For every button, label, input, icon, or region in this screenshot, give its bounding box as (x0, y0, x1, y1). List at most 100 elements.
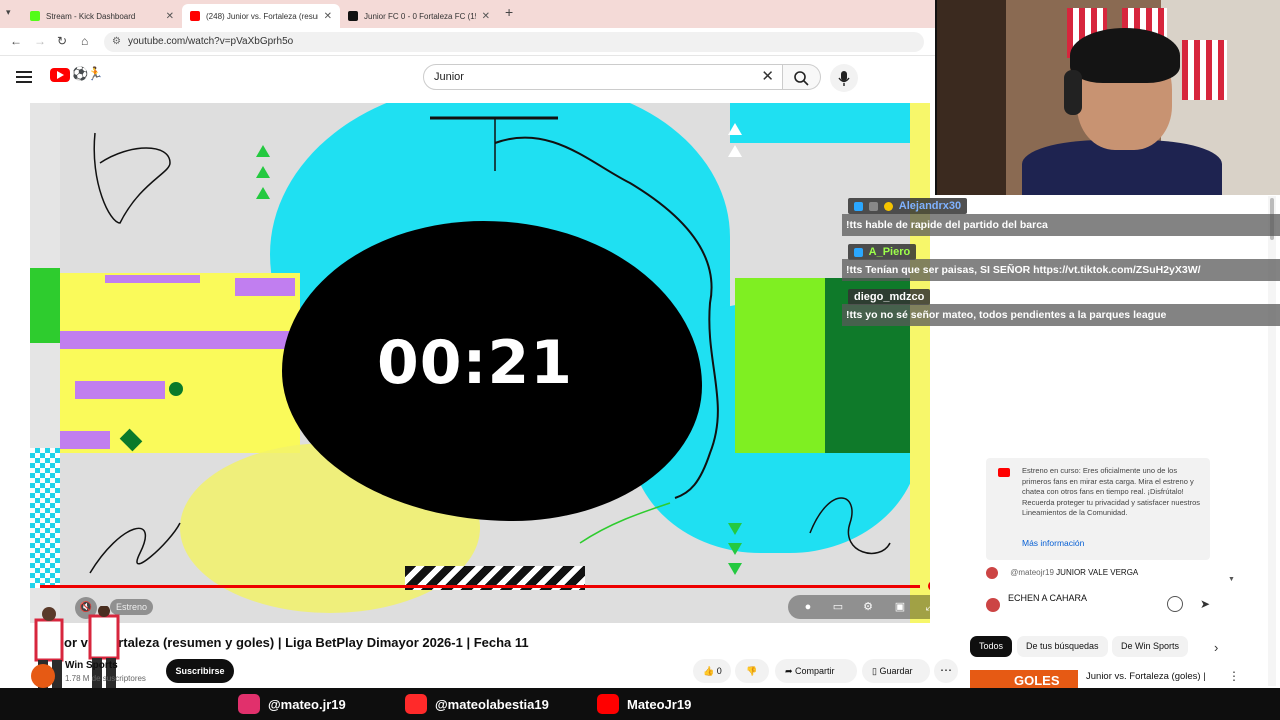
tab-youtube-video[interactable]: (248) Junior vs. Fortaleza (resun ✕ (182, 4, 340, 28)
send-icon[interactable]: ➤ (1200, 597, 1210, 611)
close-icon[interactable]: ✕ (166, 11, 174, 22)
youtube-handle: MateoJr19 (627, 696, 692, 712)
recommendation-title[interactable]: Junior vs. Fortaleza (goles) | (1086, 671, 1226, 682)
youtube-doodle-logo[interactable]: ⚽🏃 (72, 66, 103, 82)
youtube-header: ⚽🏃 Junior ✕ (0, 56, 935, 100)
chip-todos[interactable]: Todos (970, 636, 1013, 657)
stream-social-bar: @mateo.jr19 @mateolabestia19 MateoJr19 (0, 688, 1280, 720)
home-icon[interactable]: ⌂ (81, 34, 88, 48)
address-row: ← → ↻ ⌂ ⚙ youtube.com/watch?v=pVaXbGprh5… (0, 28, 935, 56)
webcam-person-hair (1070, 28, 1180, 83)
chat-text: JUNIOR VALE VERGA (1056, 568, 1139, 578)
share-button[interactable]: ➦ Compartir (775, 659, 857, 683)
close-icon[interactable]: ✕ (324, 11, 332, 22)
subscribe-button[interactable]: Suscribirse (166, 659, 234, 683)
new-tab-icon[interactable]: + (505, 4, 513, 20)
video-player[interactable]: 00:21 🔇 Estreno ● ▭ ⚙ ▣ ⤢ (30, 103, 930, 623)
x-icon (405, 694, 427, 714)
tab-match-result[interactable]: Junior FC 0 - 0 Fortaleza FC (15 ✕ (340, 4, 498, 28)
close-icon[interactable]: ✕ (482, 11, 490, 22)
more-info-link[interactable]: Más información (1022, 538, 1084, 548)
instagram-handle: @mateo.jr19 (268, 696, 346, 712)
verified-icon (869, 201, 879, 211)
tab-title: Junior FC 0 - 0 Fortaleza FC (15 (364, 11, 476, 21)
thumbs-up-icon: 👍 (703, 666, 715, 676)
channel-name[interactable]: Win Sports (65, 660, 118, 671)
player-controls: ● ▭ ⚙ ▣ ⤢ (788, 595, 930, 619)
avatar (986, 567, 998, 579)
save-button[interactable]: ▯ Guardar (862, 659, 930, 683)
settings-icon[interactable]: ⚙ (860, 599, 876, 615)
chat-author: @mateojr19 (1010, 568, 1054, 578)
site-favicon-icon (348, 11, 358, 21)
autoplay-toggle-icon[interactable]: ● (800, 599, 816, 615)
chat-message: !tts hable de rapide del partido del bar… (842, 214, 1280, 236)
chevron-right-icon[interactable]: › (1214, 640, 1218, 655)
premiere-notice-text: Estreno en curso: Eres oficialmente uno … (1022, 466, 1201, 517)
emoji-icon[interactable] (1167, 596, 1183, 612)
more-actions-icon[interactable]: ⋯ (934, 659, 958, 683)
forward-icon[interactable]: → (34, 34, 46, 48)
reload-icon[interactable]: ↻ (57, 34, 67, 48)
avatar (986, 598, 1000, 612)
scroll-down-icon[interactable]: ▼ (1228, 576, 1235, 583)
back-icon[interactable]: ← (10, 34, 22, 48)
clear-search-icon[interactable]: ✕ (761, 65, 774, 89)
streamer-webcam (935, 0, 1280, 195)
youtube-live-chat: Estreno en curso: Eres oficialmente uno … (968, 336, 1236, 626)
youtube-icon (597, 694, 619, 714)
browser-tab-strip: ▾ Stream - Kick Dashboard ✕ (248) Junior… (0, 0, 935, 28)
save-label: Guardar (879, 666, 913, 676)
webcam-jersey (1182, 40, 1227, 100)
menu-icon[interactable] (16, 68, 32, 86)
subscriber-icon (884, 201, 894, 211)
search-input[interactable]: Junior ✕ (423, 64, 783, 90)
chat-message: @mateojr19 JUNIOR VALE VERGA (986, 567, 1138, 579)
youtube-favicon-icon (190, 11, 200, 21)
subscriber-count: 1.78 M de suscriptores (65, 674, 146, 683)
youtube-icon (998, 468, 1010, 477)
microphone-icon (838, 71, 850, 86)
social-x: @mateolabestia19 (405, 694, 549, 714)
tab-search-icon[interactable]: ▾ (6, 7, 11, 18)
chat-user-badge: Alejandrx30 (848, 198, 968, 214)
x-handle: @mateolabestia19 (435, 696, 549, 712)
chat-message: !tts Tenían que ser paisas, SI SEÑOR htt… (842, 259, 1280, 281)
search-button[interactable] (783, 64, 821, 90)
social-instagram: @mateo.jr19 (238, 694, 346, 714)
youtube-logo-icon[interactable] (50, 68, 70, 82)
subtitles-icon[interactable]: ▭ (830, 599, 846, 615)
chip-from-searches[interactable]: De tus búsquedas (1017, 636, 1108, 657)
moderator-icon (854, 201, 863, 211)
tab-title: Stream - Kick Dashboard (46, 11, 136, 21)
webcam-headset (1064, 70, 1082, 115)
tab-kick-dashboard[interactable]: Stream - Kick Dashboard ✕ (22, 4, 182, 28)
chat-input[interactable]: ECHEN A CAHARA (1008, 593, 1148, 603)
instagram-icon (238, 694, 260, 714)
kick-favicon-icon (30, 11, 40, 21)
thumbs-down-icon: 👎 (746, 666, 758, 676)
chat-username: diego_mdzco (854, 291, 925, 303)
premiere-countdown: 00:21 (377, 328, 573, 398)
chat-user-badge: A_Piero (848, 244, 917, 260)
more-options-icon[interactable]: ⋮ (1228, 669, 1240, 683)
like-count: 0 (716, 666, 722, 676)
chat-message: !tts yo no sé señor mateo, todos pendien… (842, 304, 1280, 326)
moderator-icon (854, 247, 863, 257)
search-input-value: Junior (434, 71, 464, 83)
chat-user-badge: diego_mdzco (848, 289, 931, 305)
social-youtube: MateoJr19 (597, 694, 691, 714)
voice-search-button[interactable] (830, 64, 858, 92)
video-progress-bar[interactable] (40, 585, 920, 588)
url-text: youtube.com/watch?v=pVaXbGprh5o (128, 36, 294, 47)
site-info-icon[interactable]: ⚙ (112, 32, 121, 52)
dislike-button[interactable]: 👎 (735, 659, 769, 683)
url-bar[interactable]: ⚙ youtube.com/watch?v=pVaXbGprh5o (104, 32, 924, 52)
fullscreen-icon[interactable]: ⤢ (922, 599, 930, 615)
like-button[interactable]: 👍 0 (693, 659, 731, 683)
premiere-notice: Estreno en curso: Eres oficialmente uno … (986, 458, 1210, 560)
chip-from-win-sports[interactable]: De Win Sports (1112, 636, 1189, 657)
miniplayer-icon[interactable]: ▣ (892, 599, 908, 615)
stream-chat-overlay: Alejandrx30 !tts hable de rapide del par… (842, 196, 1280, 336)
tab-title: (248) Junior vs. Fortaleza (resun (206, 11, 318, 21)
